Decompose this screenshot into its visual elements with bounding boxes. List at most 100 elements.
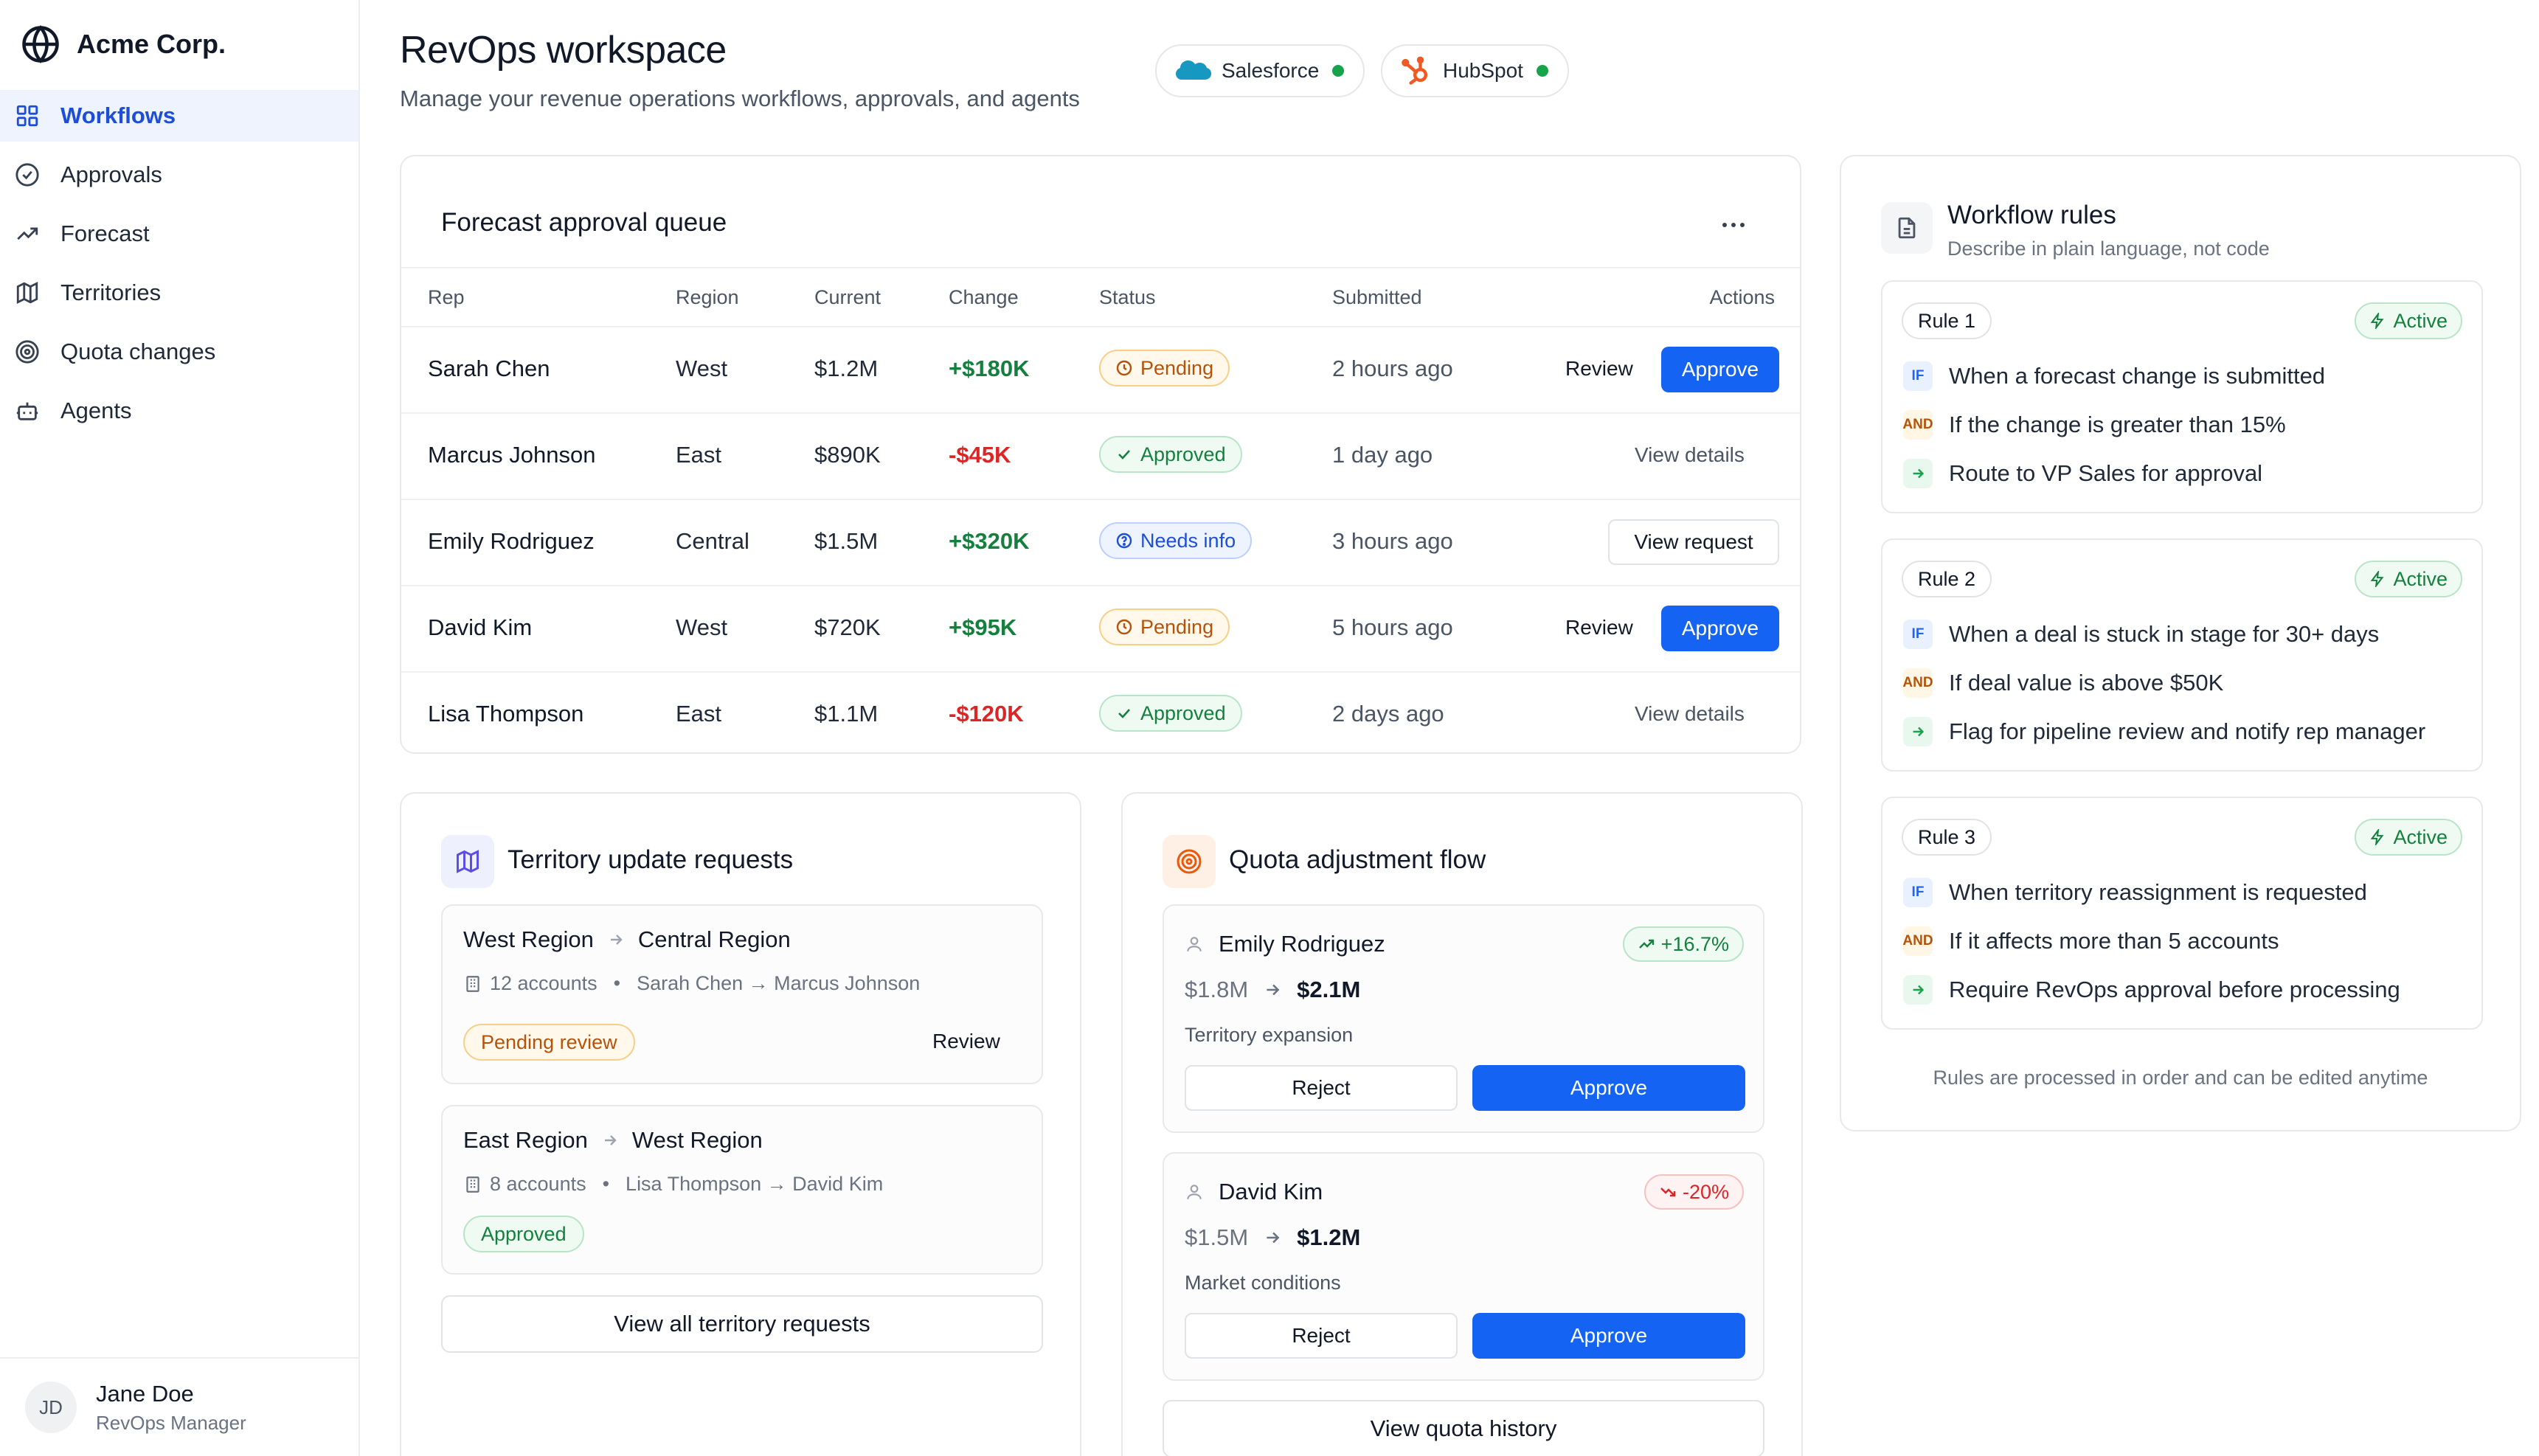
check-icon: [1118, 709, 1130, 718]
ellipsis-icon[interactable]: [1719, 214, 1748, 236]
hubspot-icon: [1400, 55, 1433, 87]
status-badge: Needs info: [1099, 522, 1253, 559]
sidebar-item-label: Territories: [60, 280, 162, 305]
table-row: David Kim West $720K +$95K Pending 5 hou…: [401, 586, 1800, 673]
rule-card[interactable]: Rule 1 Active IF When a forecast change …: [1881, 280, 2483, 513]
rep-name: Marcus Johnson: [428, 442, 596, 468]
sidebar-item-territories[interactable]: Territories: [0, 267, 358, 319]
region: Central: [676, 528, 749, 554]
sidebar-item-approvals[interactable]: Approvals: [0, 149, 358, 201]
approve-button[interactable]: Approve: [1472, 1065, 1745, 1111]
change-value: +$320K: [949, 528, 1030, 554]
brand-name: Acme Corp.: [77, 29, 226, 59]
building-icon: [463, 1175, 482, 1194]
view-all-territory-requests-button[interactable]: View all territory requests: [441, 1295, 1043, 1353]
integration-hubspot[interactable]: HubSpot: [1381, 44, 1569, 97]
forecast-approval-queue: Forecast approval queue Rep Region Curre…: [400, 155, 1801, 754]
rule-condition-if: IF When a forecast change is submitted: [1903, 361, 2325, 391]
submitted-time: 1 day ago: [1332, 442, 1433, 468]
review-button[interactable]: Review: [932, 1030, 1000, 1053]
sidebar-item-forecast[interactable]: Forecast: [0, 208, 358, 260]
status-badge: Approved: [1099, 695, 1242, 732]
quota-adjustment-item: Emily Rodriguez +16.7% $1.8M $2.1M Terri…: [1163, 904, 1764, 1133]
region: East: [676, 701, 722, 727]
status-label: Active: [2393, 825, 2448, 848]
change-value: +$95K: [949, 614, 1017, 640]
view-quota-history-button[interactable]: View quota history: [1163, 1400, 1764, 1456]
sidebar-item-workflows[interactable]: Workflows: [0, 90, 358, 142]
user-profile[interactable]: JD Jane Doe RevOps Manager: [0, 1357, 358, 1456]
territory-meta: 12 accounts • Sarah Chen → Marcus Johnso…: [463, 972, 920, 995]
target-icon: [15, 339, 40, 364]
column-header: Change: [949, 286, 1019, 308]
column-header: Region: [676, 286, 739, 308]
quota-adjustment-flow: Quota adjustment flow Emily Rodriguez +1…: [1121, 792, 1803, 1456]
file-text-icon: [1881, 202, 1933, 254]
check-circle-icon: [15, 162, 40, 187]
integration-salesforce[interactable]: Salesforce: [1155, 44, 1365, 97]
quota-reason: Market conditions: [1185, 1272, 1341, 1294]
current-value: $890K: [814, 442, 881, 468]
reject-button[interactable]: Reject: [1185, 1065, 1458, 1111]
change-value: -$45K: [949, 442, 1011, 468]
column-header: Current: [814, 286, 881, 308]
from-value: $1.5M: [1185, 1224, 1249, 1250]
review-button[interactable]: Review: [1565, 357, 1633, 381]
territory-request-item[interactable]: West Region Central Region 12 accounts •…: [441, 904, 1043, 1084]
rep-name: Emily Rodriguez: [1219, 931, 1385, 957]
approve-button[interactable]: Approve: [1661, 606, 1779, 651]
avatar: JD: [25, 1382, 77, 1433]
status-label: Active: [2393, 567, 2448, 590]
rule-text: When a forecast change is submitted: [1949, 363, 2326, 389]
quota-adjustment-item: David Kim -20% $1.5M $1.2M Market condit…: [1163, 1152, 1764, 1381]
approve-button[interactable]: Approve: [1472, 1313, 1745, 1359]
user-icon: [1187, 937, 1202, 951]
rule-tag: Rule 3: [1902, 819, 1992, 856]
review-button[interactable]: Review: [1565, 616, 1633, 639]
user-icon: [1187, 1185, 1202, 1199]
rule-action: Route to VP Sales for approval: [1903, 459, 2262, 488]
bot-icon: [15, 398, 40, 423]
approve-button[interactable]: Approve: [1661, 347, 1779, 392]
quota-values: $1.5M $1.2M: [1185, 1224, 1360, 1251]
user-role: RevOps Manager: [96, 1411, 246, 1434]
rule-text: Route to VP Sales for approval: [1949, 460, 2263, 486]
accounts-count: 8 accounts: [490, 1173, 586, 1195]
status-label: Active: [2393, 309, 2448, 332]
rule-text: If it affects more than 5 accounts: [1949, 928, 2279, 954]
rep-name: Sarah Chen: [428, 356, 550, 381]
rule-action: Flag for pipeline review and notify rep …: [1903, 717, 2425, 746]
view-details-link[interactable]: View details: [1635, 702, 1745, 726]
sidebar-item-agents[interactable]: Agents: [0, 385, 358, 437]
view-details-link[interactable]: View details: [1635, 443, 1745, 467]
sidebar-item-quota-changes[interactable]: Quota changes: [0, 326, 358, 378]
reject-button[interactable]: Reject: [1185, 1313, 1458, 1359]
rep-transfer: Sarah Chen → Marcus Johnson: [637, 972, 921, 994]
territory-route: West Region Central Region: [463, 926, 791, 953]
rule-condition-if: IF When territory reassignment is reques…: [1903, 878, 2367, 907]
status-badge: Approved: [1099, 436, 1242, 473]
from-region: West Region: [463, 926, 594, 952]
rule-card[interactable]: Rule 3 Active IF When territory reassign…: [1881, 797, 2483, 1030]
page-subtitle: Manage your revenue operations workflows…: [400, 86, 1080, 111]
status-label: Approved: [1140, 701, 1226, 724]
clock-icon: [1116, 360, 1132, 376]
view-request-button[interactable]: View request: [1608, 519, 1779, 565]
change-value: -$120K: [949, 701, 1024, 727]
quota-values: $1.8M $2.1M: [1185, 977, 1360, 1003]
status-badge: Pending: [1099, 350, 1230, 386]
territory-request-item[interactable]: East Region West Region 8 accounts • Lis…: [441, 1105, 1043, 1275]
sidebar-item-label: Workflows: [60, 103, 176, 128]
brand[interactable]: Acme Corp.: [21, 24, 226, 65]
rule-tag: Rule 2: [1902, 561, 1992, 597]
submitted-time: 3 hours ago: [1332, 528, 1453, 554]
submitted-time: 5 hours ago: [1332, 614, 1453, 640]
rule-action: Require RevOps approval before processin…: [1903, 975, 2400, 1005]
rule-card[interactable]: Rule 2 Active IF When a deal is stuck in…: [1881, 538, 2483, 772]
target-icon: [1163, 835, 1216, 888]
table-row: Marcus Johnson East $890K -$45K Approved…: [401, 414, 1800, 500]
sidebar-item-label: Forecast: [60, 221, 150, 246]
column-header: Status: [1099, 286, 1156, 308]
territory-route: East Region West Region: [463, 1127, 763, 1154]
current-value: $1.1M: [814, 701, 879, 727]
